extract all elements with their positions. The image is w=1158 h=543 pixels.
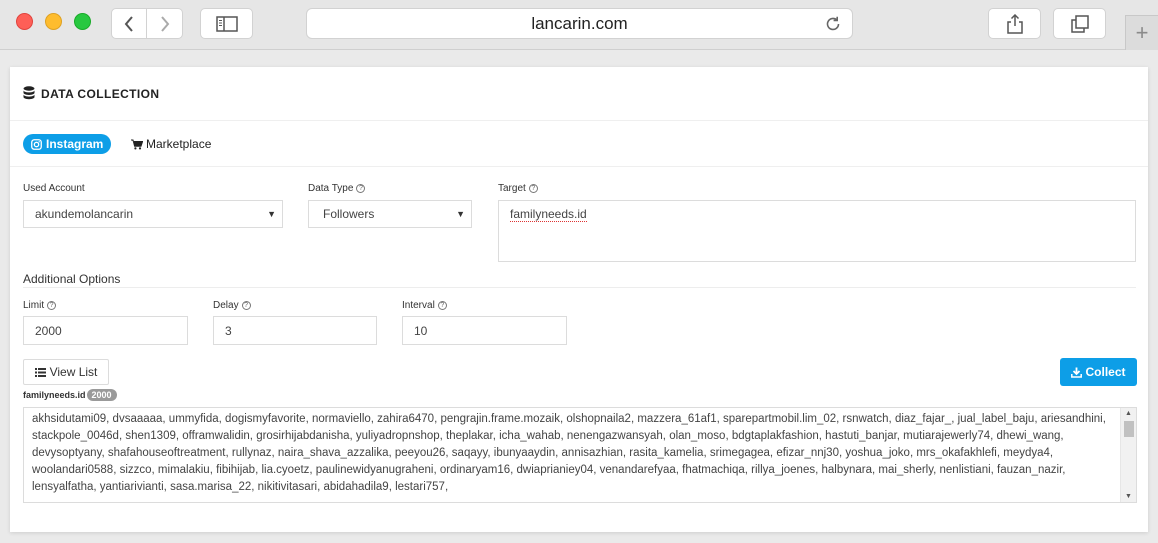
plus-icon: + xyxy=(1135,20,1149,45)
list-icon xyxy=(34,367,46,377)
forward-button[interactable] xyxy=(147,8,183,39)
collect-label: Collect xyxy=(1085,365,1126,379)
additional-options-heading: Additional Options xyxy=(23,272,121,286)
help-icon[interactable]: ? xyxy=(241,301,251,310)
zoom-window-button[interactable] xyxy=(74,13,91,30)
share-icon xyxy=(1006,13,1023,34)
url-text: lancarin.com xyxy=(531,13,628,33)
page-title: DATA COLLECTION xyxy=(41,86,160,101)
data-type-select[interactable]: Followers ▼ xyxy=(308,200,472,228)
help-icon[interactable]: ? xyxy=(356,184,366,193)
address-bar[interactable]: lancarin.com xyxy=(306,8,853,39)
caret-down-icon: ▼ xyxy=(267,209,276,219)
target-input[interactable]: familyneeds.id xyxy=(498,200,1136,262)
tab-marketplace-label: Marketplace xyxy=(146,137,212,151)
chevron-right-icon xyxy=(159,15,171,33)
back-button[interactable] xyxy=(111,8,147,39)
result-target-label: familyneeds.id xyxy=(23,390,86,400)
card-header: DATA COLLECTION xyxy=(10,67,1148,121)
download-icon xyxy=(1071,367,1083,378)
used-account-label: Used Account xyxy=(23,183,85,194)
result-text: akhsidutami09, dvsaaaaa, ummyfida, dogis… xyxy=(32,413,1106,493)
help-icon[interactable]: ? xyxy=(437,301,447,310)
data-collection-card: DATA COLLECTION Instagram Marketplace Us… xyxy=(10,67,1148,532)
result-textarea[interactable]: akhsidutami09, dvsaaaaa, ummyfida, dogis… xyxy=(23,407,1137,503)
view-list-label: View List xyxy=(49,365,98,379)
used-account-select[interactable]: akundemolancarin ▼ xyxy=(23,200,283,228)
interval-label: Interval ? xyxy=(402,300,447,311)
tab-instagram[interactable]: Instagram xyxy=(23,134,112,154)
tabs-icon xyxy=(1070,14,1089,33)
collect-button[interactable]: Collect xyxy=(1060,358,1137,386)
scroll-down-icon[interactable]: ▼ xyxy=(1125,493,1132,500)
delay-label: Delay ? xyxy=(213,300,251,311)
browser-toolbar: lancarin.com + xyxy=(0,0,1158,50)
database-icon xyxy=(23,86,35,101)
instagram-icon xyxy=(31,138,42,150)
result-header: familyneeds.id 2000 xyxy=(23,389,117,401)
target-value: familyneeds.id xyxy=(510,207,587,222)
chevron-left-icon xyxy=(123,15,135,33)
reload-icon[interactable] xyxy=(824,15,842,38)
section-divider xyxy=(23,287,1136,288)
close-window-button[interactable] xyxy=(16,13,33,30)
result-count-badge: 2000 xyxy=(86,389,117,401)
data-type-label: Data Type ? xyxy=(308,183,366,194)
help-icon[interactable]: ? xyxy=(528,184,538,193)
sidebar-icon xyxy=(215,15,238,32)
tab-marketplace[interactable]: Marketplace xyxy=(131,137,211,151)
result-scrollbar[interactable]: ▲ ▼ xyxy=(1120,408,1136,502)
target-label: Target ? xyxy=(498,183,538,194)
scroll-up-icon[interactable]: ▲ xyxy=(1125,410,1132,417)
minimize-window-button[interactable] xyxy=(45,13,62,30)
limit-input[interactable]: 2000 xyxy=(23,316,188,345)
help-icon[interactable]: ? xyxy=(47,301,57,310)
delay-value: 3 xyxy=(225,323,232,338)
shopping-cart-icon xyxy=(131,139,143,150)
view-list-button[interactable]: View List xyxy=(23,359,109,385)
data-type-value: Followers xyxy=(323,207,375,221)
delay-input[interactable]: 3 xyxy=(213,316,377,345)
scroll-thumb[interactable] xyxy=(1124,421,1134,437)
tabs-overview-button[interactable] xyxy=(1053,8,1106,39)
caret-down-icon: ▼ xyxy=(456,209,465,219)
new-tab-button[interactable]: + xyxy=(1125,15,1158,50)
limit-value: 2000 xyxy=(35,323,62,338)
tab-instagram-label: Instagram xyxy=(46,137,104,151)
limit-label: Limit ? xyxy=(23,300,57,311)
used-account-value: akundemolancarin xyxy=(35,207,134,221)
interval-value: 10 xyxy=(414,323,428,338)
sidebar-toggle-button[interactable] xyxy=(200,8,253,39)
share-button[interactable] xyxy=(988,8,1041,39)
interval-input[interactable]: 10 xyxy=(402,316,567,345)
source-tabs: Instagram Marketplace xyxy=(10,121,1148,167)
